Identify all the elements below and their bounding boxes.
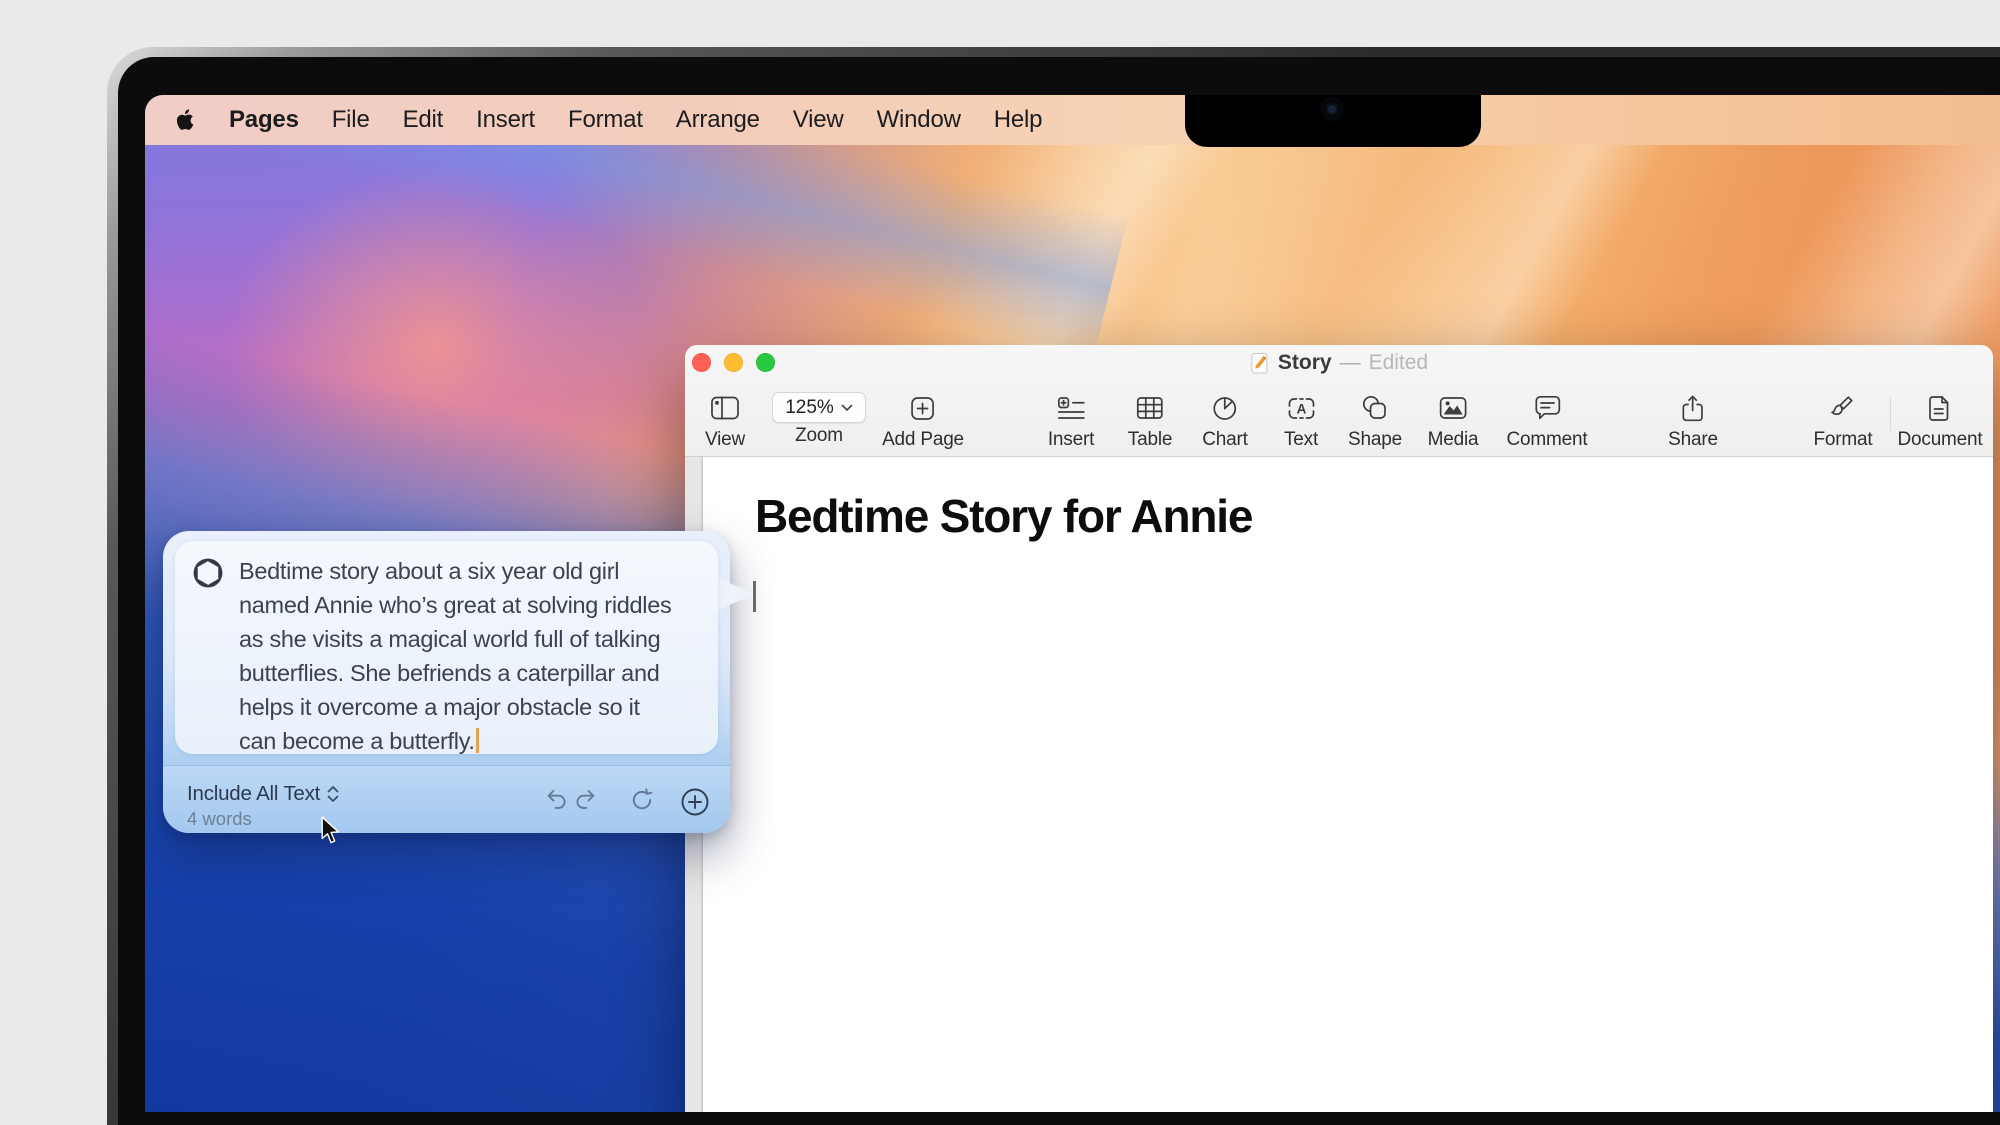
menu-item-insert[interactable]: Insert xyxy=(476,106,535,134)
context-selector[interactable]: Include All Text xyxy=(187,782,340,806)
toolbar-label: Format xyxy=(1813,429,1873,450)
chart-pie-icon xyxy=(1213,396,1237,420)
zoom-value: 125% xyxy=(785,396,834,418)
document-heading[interactable]: Bedtime Story for Annie xyxy=(755,489,1253,543)
zoom-value-box[interactable]: 125% xyxy=(772,392,866,423)
toolbar-label: Zoom xyxy=(795,425,843,446)
toolbar-label: Document xyxy=(1897,429,1983,450)
menu-item-edit[interactable]: Edit xyxy=(403,106,444,134)
close-button[interactable] xyxy=(692,353,711,372)
context-selector-label: Include All Text xyxy=(187,782,321,805)
plus-circle-icon xyxy=(681,788,709,816)
toolbar-document-button[interactable]: Document xyxy=(1898,389,1983,451)
toolbar-label: Media xyxy=(1427,429,1479,450)
toolbar-view-button[interactable]: View xyxy=(705,389,745,451)
toolbar-table-button[interactable]: Table xyxy=(1128,389,1172,451)
prompt-bubble[interactable]: Bedtime story about a six year old girl … xyxy=(175,541,718,754)
minimize-button[interactable] xyxy=(724,353,743,372)
toolbar-share-button[interactable]: Share xyxy=(1668,389,1718,451)
prompt-caret xyxy=(475,728,479,753)
media-photo-icon xyxy=(1439,397,1467,419)
mouse-cursor xyxy=(321,816,341,851)
toolbar-label: Insert xyxy=(1047,429,1095,450)
toolbar-label: Share xyxy=(1668,429,1718,450)
document-page[interactable]: Bedtime Story for Annie xyxy=(703,457,1993,1112)
toolbar-separator xyxy=(1890,397,1891,431)
popup-tail-pointer xyxy=(716,577,756,615)
toolbar-label: Text xyxy=(1283,429,1319,450)
text-box-icon: A xyxy=(1288,397,1314,419)
chevron-down-icon xyxy=(841,404,853,411)
redo-icon xyxy=(576,789,595,809)
sidebar-view-icon xyxy=(711,396,739,420)
toolbar-label: Shape xyxy=(1348,429,1402,450)
menu-item-format[interactable]: Format xyxy=(568,106,643,134)
document-canvas: Bedtime Story for Annie xyxy=(685,457,1993,1112)
apple-menu[interactable] xyxy=(176,108,196,132)
document-title: Story xyxy=(1277,351,1332,374)
toolbar-label: Table xyxy=(1127,429,1173,450)
toolbar-media-button[interactable]: Media xyxy=(1428,389,1479,451)
menu-item-arrange[interactable]: Arrange xyxy=(676,106,760,134)
undo-icon xyxy=(547,789,566,809)
camera-dot xyxy=(1320,97,1344,121)
menu-item-window[interactable]: Window xyxy=(877,106,961,134)
refresh-icon xyxy=(632,788,653,810)
redo-button[interactable] xyxy=(572,787,598,818)
share-icon xyxy=(1682,395,1704,421)
word-count: 4 words xyxy=(187,808,252,829)
menu-item-file[interactable]: File xyxy=(332,106,370,134)
macbook-screen: Pages File Edit Insert Format Arrange Vi… xyxy=(145,95,2000,1112)
svg-text:A: A xyxy=(1296,401,1306,416)
add-button[interactable] xyxy=(680,787,710,822)
shape-icon xyxy=(1363,395,1387,419)
chatgpt-logo-icon xyxy=(193,558,223,588)
prompt-text[interactable]: Bedtime story about a six year old girl … xyxy=(239,554,717,758)
menu-bar: Pages File Edit Insert Format Arrange Vi… xyxy=(145,95,2000,145)
updown-chevron-icon xyxy=(327,786,339,802)
comment-bubble-icon xyxy=(1535,395,1561,420)
menu-item-view[interactable]: View xyxy=(793,106,844,134)
window-title: Story — Edited xyxy=(1250,350,1428,376)
insert-icon xyxy=(1057,396,1085,419)
menu-item-help[interactable]: Help xyxy=(994,106,1043,134)
toolbar-shape-button[interactable]: Shape xyxy=(1348,389,1402,451)
document-settings-icon xyxy=(1929,395,1949,421)
toolbar-label: Comment xyxy=(1506,429,1588,450)
toolbar-add-page-button[interactable]: Add Page xyxy=(882,389,964,451)
toolbar-zoom-dropdown[interactable]: 125% Zoom xyxy=(772,389,866,447)
toolbar-label: View xyxy=(704,429,746,450)
macbook-mockup: Pages File Edit Insert Format Arrange Vi… xyxy=(0,0,2000,1125)
window-chrome: Story — Edited View 125% Zoom Add Page I… xyxy=(685,345,1993,457)
table-icon xyxy=(1137,397,1163,419)
toolbar-label: Chart xyxy=(1202,429,1248,450)
menu-item-pages[interactable]: Pages xyxy=(229,106,299,134)
toolbar-label: Add Page xyxy=(882,429,964,450)
chatgpt-compose-popup: Bedtime story about a six year old girl … xyxy=(163,531,753,833)
pages-window: Story — Edited View 125% Zoom Add Page I… xyxy=(685,345,1993,1112)
add-page-icon xyxy=(911,396,935,420)
toolbar-insert-button[interactable]: Insert xyxy=(1048,389,1094,451)
popup-toolbar: Include All Text 4 words xyxy=(163,765,730,833)
toolbar-format-button[interactable]: Format xyxy=(1814,389,1873,451)
edited-status: Edited xyxy=(1368,351,1429,374)
fullscreen-button[interactable] xyxy=(756,353,775,372)
toolbar-comment-button[interactable]: Comment xyxy=(1507,389,1588,451)
toolbar-text-button[interactable]: A Text xyxy=(1284,389,1318,451)
pages-document-icon xyxy=(1251,352,1268,373)
undo-button[interactable] xyxy=(544,787,570,818)
title-separator: — xyxy=(1339,351,1361,374)
toolbar-chart-button[interactable]: Chart xyxy=(1202,389,1248,451)
retry-button[interactable] xyxy=(629,787,655,818)
format-brush-icon xyxy=(1831,396,1854,416)
display-notch xyxy=(1185,95,1481,147)
apple-logo-icon xyxy=(176,109,194,130)
